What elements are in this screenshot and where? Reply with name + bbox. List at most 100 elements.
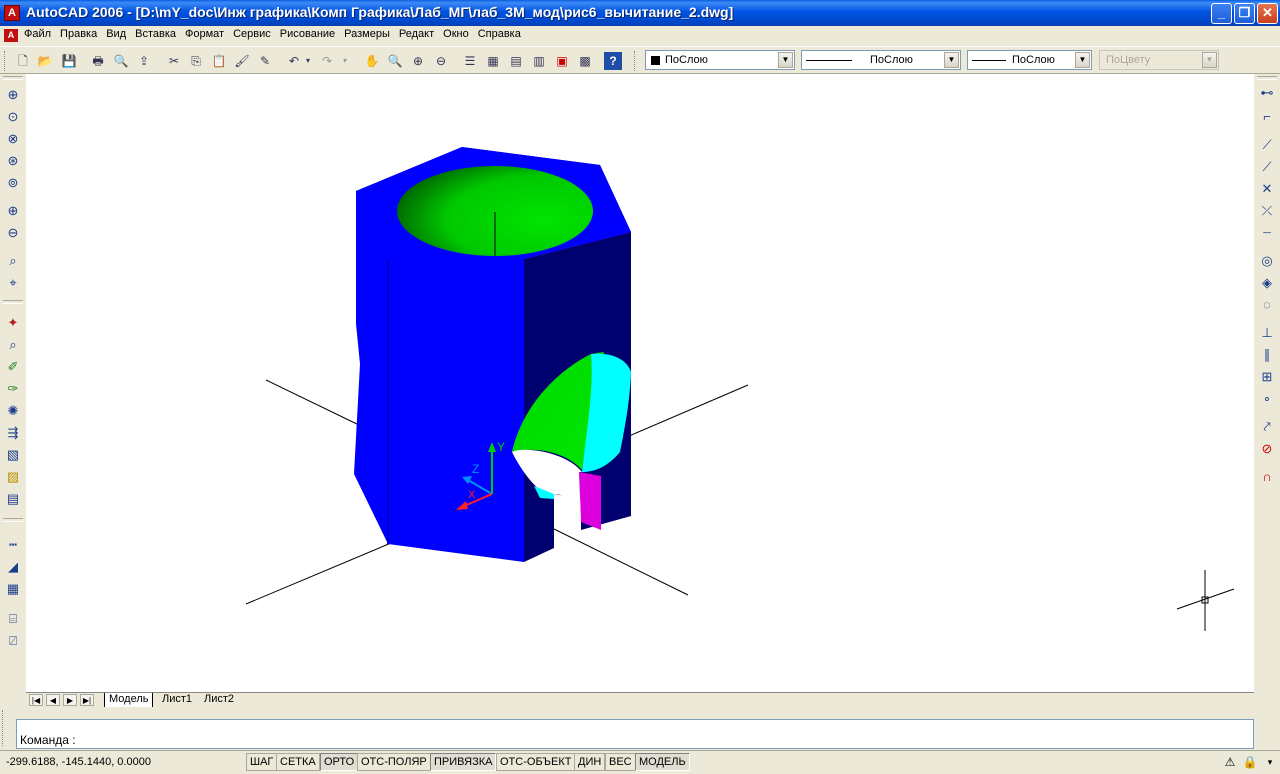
orbit-icon[interactable]: ✦ <box>4 314 22 332</box>
sheet-set-icon[interactable]: ▥ <box>530 52 548 70</box>
menu-draw[interactable]: Рисование <box>280 28 335 40</box>
construction-line[interactable] <box>265 379 362 427</box>
ruler-icon[interactable]: ◢ <box>4 558 22 576</box>
zoom-all-icon[interactable]: ⌕ <box>4 252 22 270</box>
zoom-object-icon[interactable]: ⊚ <box>4 174 22 192</box>
construction-line[interactable] <box>553 528 689 596</box>
menu-view[interactable]: Вид <box>106 28 126 40</box>
magnet-icon[interactable]: ∩ <box>1258 468 1276 486</box>
chevron-down-icon[interactable]: ▼ <box>944 52 959 68</box>
parallel-snap-icon[interactable]: ◌ <box>1258 296 1276 314</box>
autocad-app-icon[interactable]: A <box>4 5 20 21</box>
command-line[interactable]: Команда : <box>16 719 1254 749</box>
pan-icon[interactable]: ✋ <box>363 52 381 70</box>
toolbar-grip[interactable] <box>3 518 23 522</box>
measure-icon[interactable]: ⍁ <box>4 632 22 650</box>
tolerance-icon[interactable]: ⌸ <box>4 610 22 628</box>
otrack-toggle[interactable]: ОТС-ОБЪЕКТ <box>496 753 576 771</box>
model-toggle[interactable]: МОДЕЛЬ <box>635 753 690 771</box>
light-icon[interactable]: ✺ <box>4 402 22 420</box>
save-icon[interactable]: 💾 <box>60 52 78 70</box>
restore-button[interactable]: ❐ <box>1234 3 1255 24</box>
view-icon[interactable]: ✐ <box>4 358 22 376</box>
copy-icon[interactable]: ⎘ <box>187 52 205 70</box>
chevron-down-icon[interactable]: ▼ <box>1075 52 1090 68</box>
snap-toggle[interactable]: ШАГ <box>246 753 278 771</box>
block-editor-icon[interactable]: ✎ <box>256 52 274 70</box>
landscape-icon[interactable]: ▨ <box>4 468 22 486</box>
menu-window[interactable]: Окно <box>443 28 469 40</box>
drawing-svg[interactable]: Y Z X <box>26 74 1254 692</box>
nearest-snap-icon[interactable]: ⊞ <box>1258 368 1276 386</box>
menu-insert[interactable]: Вставка <box>135 28 176 40</box>
minimize-button[interactable]: _ <box>1211 3 1232 24</box>
linetype-select[interactable]: ПоСлою ▼ <box>801 50 961 70</box>
construction-line[interactable] <box>245 542 392 605</box>
markup-icon[interactable]: ▣ <box>553 52 571 70</box>
polar-toggle[interactable]: ОТС-ПОЛЯР <box>357 753 431 771</box>
center-snap-icon[interactable]: ⤫ <box>1258 202 1276 220</box>
zoom-previous-icon[interactable]: ⊖ <box>432 52 450 70</box>
ortho-toggle[interactable]: ОРТО <box>320 753 359 771</box>
tab-sheet2[interactable]: Лист2 <box>200 693 239 707</box>
document-icon[interactable]: A <box>4 29 18 42</box>
redo-icon[interactable]: ↷ <box>318 52 336 70</box>
redo-dropdown-icon[interactable]: ▾ <box>340 52 350 70</box>
construction-line[interactable] <box>628 384 749 437</box>
extension-snap-icon[interactable]: ✕ <box>1258 180 1276 198</box>
perpendicular-snap-icon[interactable]: ◈ <box>1258 274 1276 292</box>
cut-icon[interactable]: ✂ <box>165 52 183 70</box>
communication-center-icon[interactable]: ⚠ <box>1222 754 1238 770</box>
new-icon[interactable]: 🗋 <box>14 52 32 70</box>
toolbar-grip[interactable] <box>3 76 23 80</box>
prev-tab-button[interactable]: ◀ <box>46 694 60 706</box>
menu-help[interactable]: Справка <box>478 28 521 40</box>
menu-file[interactable]: Файл <box>24 28 51 40</box>
next-tab-button[interactable]: ▶ <box>63 694 77 706</box>
lock-icon[interactable]: 🔒 <box>1242 754 1258 770</box>
zoom-center-icon[interactable]: ⊛ <box>4 152 22 170</box>
help-icon[interactable]: ? <box>604 52 622 70</box>
layer-icon[interactable]: ▦ <box>4 580 22 598</box>
cutout-magenta-face[interactable] <box>579 472 601 530</box>
snap-settings-icon[interactable]: ⊘ <box>1258 440 1276 458</box>
zoom-out-icon[interactable]: ⊖ <box>4 224 22 242</box>
paste-icon[interactable]: 📋 <box>210 52 228 70</box>
render-icon[interactable]: ✑ <box>4 380 22 398</box>
grid-toggle[interactable]: СЕТКА <box>276 753 320 771</box>
close-button[interactable]: ✕ <box>1257 3 1278 24</box>
zoom-extents-icon[interactable]: ⌖ <box>4 274 22 292</box>
toolbar-grip[interactable] <box>3 300 23 304</box>
toolbar-grip[interactable] <box>4 51 8 71</box>
zoom-window-icon[interactable]: ⊕ <box>409 52 427 70</box>
toolbar-grip[interactable] <box>2 710 6 746</box>
open-icon[interactable]: 📂 <box>36 52 54 70</box>
model-viewport[interactable]: Y Z X <box>26 74 1254 692</box>
midpoint-snap-icon[interactable]: ⌐ <box>1258 108 1276 126</box>
zoom-icon[interactable]: ⌕ <box>4 336 22 354</box>
lineweight-toggle[interactable]: ВЕС <box>605 753 636 771</box>
undo-icon[interactable]: ↶ <box>285 52 303 70</box>
first-tab-button[interactable]: |◀ <box>29 694 43 706</box>
material-icon[interactable]: ▧ <box>4 446 22 464</box>
toolbar-grip[interactable] <box>634 51 638 71</box>
endpoint-snap-icon[interactable]: ⊷ <box>1258 84 1276 102</box>
dyn-toggle[interactable]: ДИН <box>574 753 606 771</box>
osnap-toggle[interactable]: ПРИВЯЗКА <box>430 753 497 771</box>
toolbar-grip[interactable] <box>1257 76 1277 80</box>
menu-modify[interactable]: Редакт <box>399 28 434 40</box>
none-snap-icon[interactable]: ∘ <box>1258 390 1276 408</box>
menu-edit[interactable]: Правка <box>60 28 97 40</box>
zoom-dynamic-icon[interactable]: ⊙ <box>4 108 22 126</box>
insert-snap-icon[interactable]: ⊥ <box>1258 324 1276 342</box>
properties-icon[interactable]: ☰ <box>461 52 479 70</box>
node-snap-icon[interactable]: ∥ <box>1258 346 1276 364</box>
match-properties-icon[interactable]: 🖌 <box>233 52 251 70</box>
intersection-snap-icon[interactable]: ⟋ <box>1258 136 1276 154</box>
quadrant-snap-icon[interactable]: ┈ <box>1258 224 1276 242</box>
plot-icon[interactable]: 🖶 <box>89 52 107 70</box>
lineweight-select[interactable]: ПоСлою ▼ <box>967 50 1092 70</box>
chevron-down-icon[interactable]: ▼ <box>778 52 793 68</box>
menu-tools[interactable]: Сервис <box>233 28 271 40</box>
zoom-in-icon[interactable]: ⊕ <box>4 202 22 220</box>
